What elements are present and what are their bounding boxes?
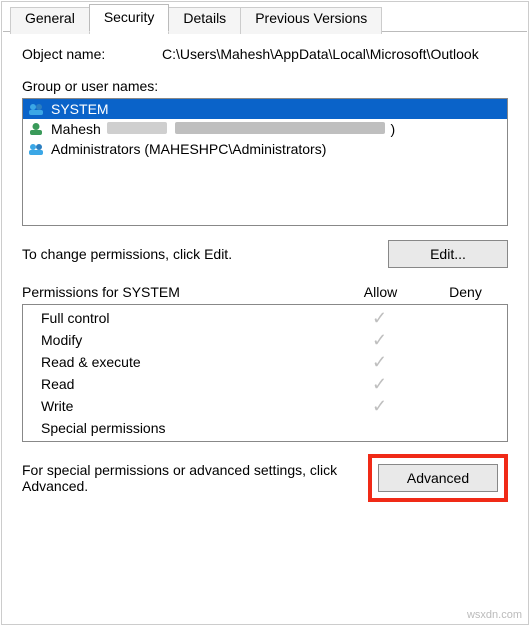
permissions-title: Permissions for SYSTEM xyxy=(22,284,338,300)
check-icon: ✓ xyxy=(337,311,422,325)
permission-row: Modify ✓ xyxy=(23,329,507,351)
properties-dialog: General Security Details Previous Versio… xyxy=(1,1,529,625)
principal-name: Administrators (MAHESHPC\Administrators) xyxy=(51,141,326,157)
permission-name: Special permissions xyxy=(41,420,337,436)
edit-hint-row: To change permissions, click Edit. Edit.… xyxy=(22,240,508,268)
principal-name-suffix: ) xyxy=(390,121,395,137)
object-name-value: C:\Users\Mahesh\AppData\Local\Microsoft\… xyxy=(162,46,508,62)
list-item[interactable]: SYSTEM xyxy=(23,99,507,119)
redacted-text xyxy=(175,122,385,134)
group-icon xyxy=(27,142,45,156)
check-icon: ✓ xyxy=(337,355,422,369)
list-item[interactable]: Mahesh ) xyxy=(23,119,507,139)
user-icon xyxy=(27,122,45,136)
permission-name: Read & execute xyxy=(41,354,337,370)
advanced-hint-row: For special permissions or advanced sett… xyxy=(22,454,508,502)
watermark-text: wsxdn.com xyxy=(467,609,522,621)
list-item[interactable]: Administrators (MAHESHPC\Administrators) xyxy=(23,139,507,159)
group-user-label: Group or user names: xyxy=(22,78,508,94)
check-icon: ✓ xyxy=(337,377,422,391)
tab-general[interactable]: General xyxy=(10,7,90,34)
column-allow: Allow xyxy=(338,284,423,300)
permission-row: Special permissions xyxy=(23,417,507,439)
permission-name: Full control xyxy=(41,310,337,326)
highlight-box: Advanced xyxy=(368,454,508,502)
redacted-text xyxy=(107,122,167,134)
object-name-label: Object name: xyxy=(22,46,162,62)
check-icon: ✓ xyxy=(337,333,422,347)
group-icon xyxy=(27,102,45,116)
edit-hint-text: To change permissions, click Edit. xyxy=(22,246,388,262)
permissions-list: Full control ✓ Modify ✓ Read & execute ✓… xyxy=(22,304,508,442)
tab-previous-versions[interactable]: Previous Versions xyxy=(240,7,382,34)
column-deny: Deny xyxy=(423,284,508,300)
permission-row: Read ✓ xyxy=(23,373,507,395)
check-icon: ✓ xyxy=(337,399,422,413)
principal-name: Mahesh ) xyxy=(51,121,395,137)
advanced-button[interactable]: Advanced xyxy=(378,464,498,492)
edit-button[interactable]: Edit... xyxy=(388,240,508,268)
tab-strip: General Security Details Previous Versio… xyxy=(2,2,528,31)
tab-content: Object name: C:\Users\Mahesh\AppData\Loc… xyxy=(2,32,528,512)
permission-name: Write xyxy=(41,398,337,414)
permission-name: Read xyxy=(41,376,337,392)
principals-list[interactable]: SYSTEM Mahesh ) Administrators (MAHESHPC… xyxy=(22,98,508,226)
principal-name-prefix: Mahesh xyxy=(51,121,101,137)
permission-row: Read & execute ✓ xyxy=(23,351,507,373)
advanced-hint-text: For special permissions or advanced sett… xyxy=(22,462,358,494)
object-name-row: Object name: C:\Users\Mahesh\AppData\Loc… xyxy=(22,46,508,62)
permission-row: Full control ✓ xyxy=(23,307,507,329)
tab-security[interactable]: Security xyxy=(89,4,170,32)
permissions-header: Permissions for SYSTEM Allow Deny xyxy=(22,284,508,300)
principal-name: SYSTEM xyxy=(51,101,109,117)
permission-name: Modify xyxy=(41,332,337,348)
permission-row: Write ✓ xyxy=(23,395,507,417)
tab-details[interactable]: Details xyxy=(168,7,241,34)
